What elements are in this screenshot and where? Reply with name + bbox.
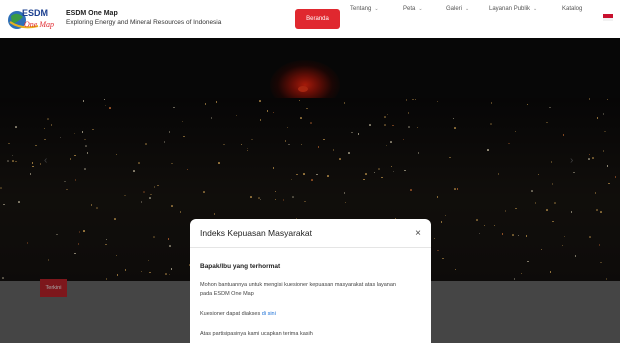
modal-access-text: Kuesioner dapat diakses di sini: [200, 310, 421, 319]
modal-line1: Mohon bantuannya untuk mengisi kuesioner…: [200, 282, 396, 288]
nav-item-tentang[interactable]: Tentang ⌄: [350, 6, 379, 12]
main-nav: Beranda: [295, 9, 340, 29]
nav-label: Galeri: [446, 6, 463, 12]
modal-thanks: Atas partisipasinya kami ucapkan terima …: [200, 331, 313, 337]
chevron-down-icon: ⌄: [374, 6, 379, 12]
modal-greeting: Bapak/Ibu yang terhormat: [200, 263, 281, 270]
nav-label: Layanan Publik: [489, 6, 531, 12]
modal-body: Bapak/Ibu yang terhormat Mohon bantuanny…: [190, 248, 431, 343]
survey-modal: Indeks Kepuasan Masyarakat × Bapak/Ibu y…: [190, 219, 431, 343]
access-prefix: Kuesioner dapat diakses: [200, 311, 261, 317]
esdm-logo[interactable]: ESDM One Map: [8, 6, 56, 32]
nav-label: Tentang: [350, 6, 372, 12]
chevron-down-icon: ⌄: [465, 6, 470, 12]
nav-item-layanan-publik[interactable]: Layanan Publik ⌄: [489, 6, 537, 12]
survey-link[interactable]: di sini: [262, 311, 276, 317]
logo-text-bottom: One Map: [24, 20, 54, 29]
nav-item-galeri[interactable]: Galeri ⌄: [446, 6, 469, 12]
close-icon[interactable]: ×: [415, 228, 421, 239]
modal-title: Indeks Kepuasan Masyarakat: [200, 228, 312, 238]
nav-item-peta[interactable]: Peta ⌄: [403, 6, 423, 12]
chevron-down-icon: ⌄: [418, 6, 423, 12]
site-header: ESDM One Map ESDM One Map Exploring Ener…: [0, 0, 620, 38]
logo-text-top: ESDM: [22, 8, 48, 18]
brand-block: ESDM One Map Exploring Energy and Minera…: [66, 9, 221, 27]
nav-item-beranda[interactable]: Beranda: [295, 9, 340, 29]
brand-subtitle: Exploring Energy and Mineral Resources o…: [66, 19, 222, 26]
nav-item-katalog[interactable]: Katalog: [562, 6, 582, 12]
modal-header: Indeks Kepuasan Masyarakat ×: [190, 219, 431, 248]
modal-line2: pada ESDM One Map: [200, 291, 254, 297]
nav-label: Peta: [403, 6, 416, 12]
nav-label: Katalog: [562, 6, 583, 12]
chevron-down-icon: ⌄: [533, 6, 538, 12]
nav-label: Beranda: [306, 16, 329, 22]
flag-indonesia-icon[interactable]: [603, 14, 613, 21]
brand-title: ESDM One Map: [66, 10, 118, 17]
